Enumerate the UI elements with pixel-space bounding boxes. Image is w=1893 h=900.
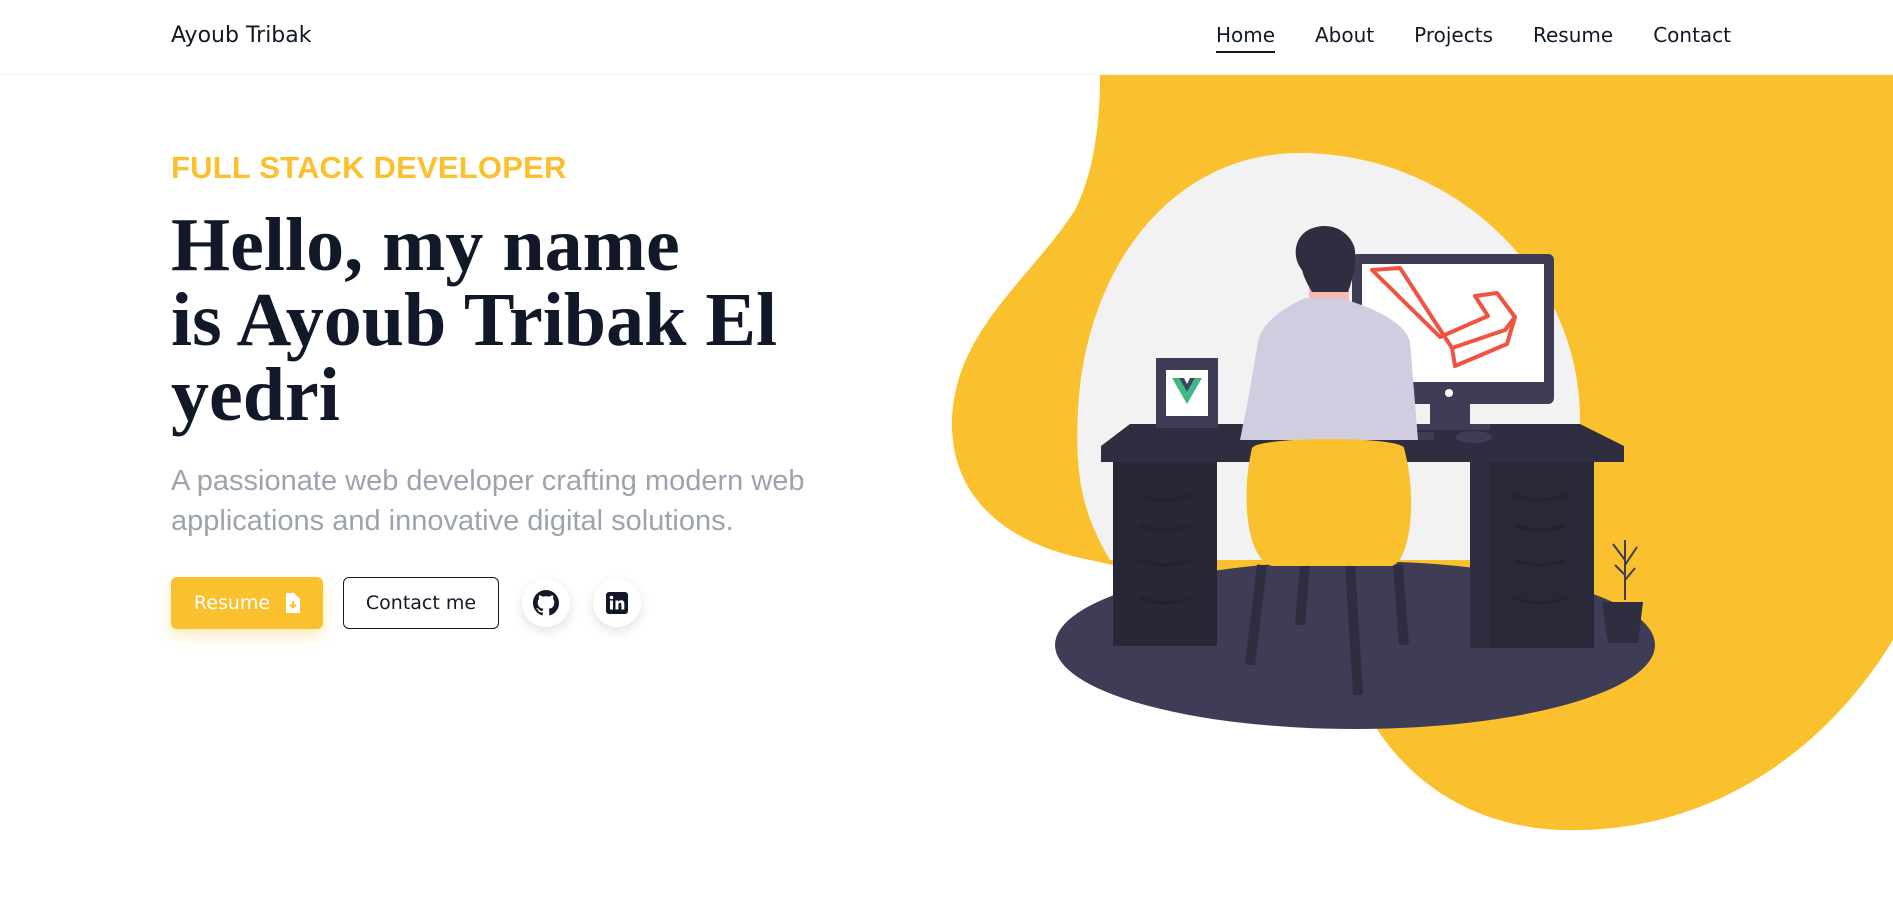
hero-eyebrow: FULL STACK DEVELOPER <box>171 150 567 185</box>
navbar: Ayoub Tribak Home About Projects Resume … <box>0 0 1893 75</box>
linkedin-link[interactable] <box>593 579 641 627</box>
nav-link-resume[interactable]: Resume <box>1533 23 1613 53</box>
contact-me-button[interactable]: Contact me <box>343 577 499 629</box>
nav-link-contact[interactable]: Contact <box>1653 23 1731 53</box>
nav-link-home[interactable]: Home <box>1215 23 1275 53</box>
github-link[interactable] <box>522 579 570 627</box>
nav-link-about[interactable]: About <box>1315 23 1374 53</box>
file-download-icon <box>286 593 301 613</box>
resume-button[interactable]: Resume <box>171 577 323 629</box>
hero-title-line-3: yedri <box>171 353 340 437</box>
hero-title-line-1: Hello, my name <box>171 203 680 287</box>
hero-section: FULL STACK DEVELOPER Hello, my name is A… <box>171 150 931 629</box>
vue-logo-frame <box>1156 358 1218 428</box>
nav-link-projects[interactable]: Projects <box>1414 23 1493 53</box>
linkedin-icon <box>606 592 628 614</box>
hero-actions: Resume Contact me <box>171 577 931 629</box>
hero-title: Hello, my name is Ayoub Tribak El yedri <box>171 207 831 433</box>
hero-title-line-2: is Ayoub Tribak El <box>171 278 778 362</box>
nav-links: Home About Projects Resume Contact <box>1215 23 1731 53</box>
hero-subtitle: A passionate web developer crafting mode… <box>171 465 805 537</box>
github-icon <box>533 590 559 616</box>
brand-logo[interactable]: Ayoub Tribak <box>171 23 312 48</box>
resume-button-label: Resume <box>193 592 271 614</box>
